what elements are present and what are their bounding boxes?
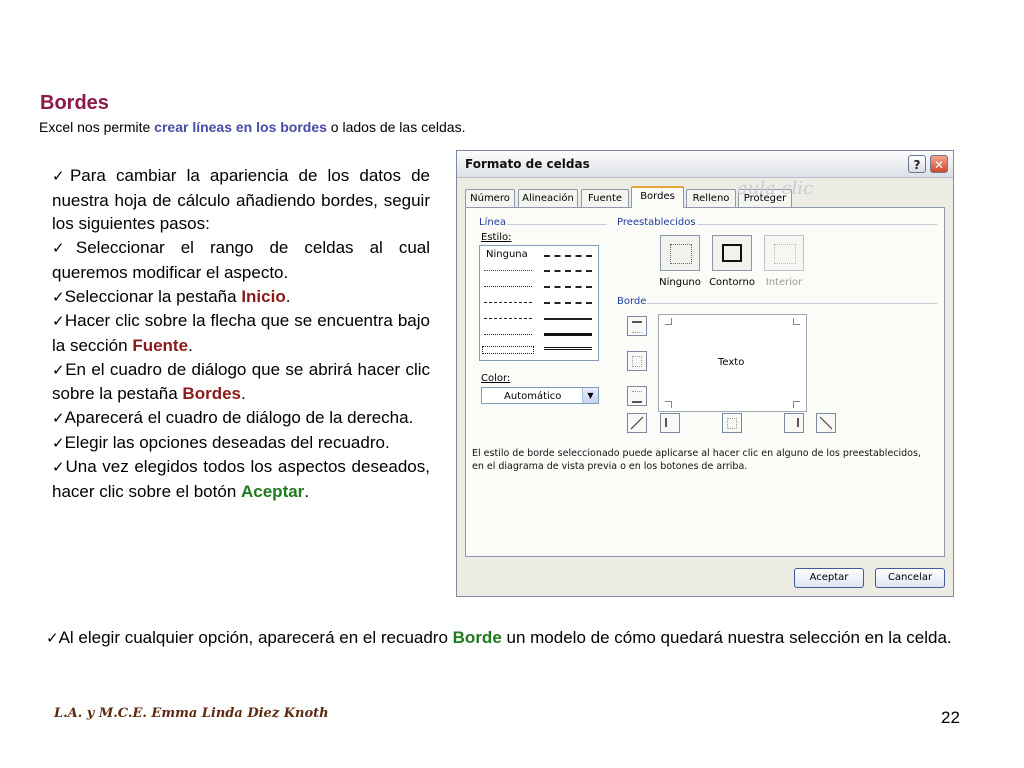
check-icon: ✓ <box>52 409 65 428</box>
instruction-bullets: ✓Para cambiar la apariencia de los datos… <box>52 164 430 504</box>
border-top-button[interactable] <box>627 316 647 336</box>
group-divider <box>697 224 937 225</box>
subtitle-highlight: crear líneas en los bordes <box>154 119 327 135</box>
bullet-item: ✓Seleccionar la pestaña Inicio. <box>52 286 291 306</box>
color-select-value: Automático <box>504 391 562 402</box>
check-icon: ✓ <box>52 458 66 477</box>
subtitle-suffix: o lados de las celdas. <box>326 119 466 135</box>
line-style-option[interactable] <box>484 270 532 271</box>
preset-outline-button[interactable] <box>712 235 752 271</box>
tab-numero[interactable]: Número <box>465 189 515 207</box>
group-divider <box>507 224 607 225</box>
highlight-borde: Borde <box>452 628 502 647</box>
line-style-option[interactable] <box>484 318 532 319</box>
line-style-option[interactable] <box>544 333 592 336</box>
highlight-bordes: Bordes <box>182 384 241 404</box>
bottom-note-text: ✓Al elegir cualquier opción, aparecerá e… <box>46 628 952 647</box>
format-cells-dialog: Formato de celdas ? ✕ Número Alineación … <box>456 150 954 597</box>
check-icon: ✓ <box>46 629 59 647</box>
check-icon: ✓ <box>52 239 76 258</box>
bullet-item: ✓Hacer clic sobre la flecha que se encue… <box>52 311 430 355</box>
border-right-button[interactable] <box>784 413 804 433</box>
border-preview-area[interactable]: Texto <box>658 314 807 412</box>
tab-relleno[interactable]: Relleno <box>686 189 736 207</box>
check-icon: ✓ <box>52 433 65 452</box>
preview-corner <box>665 318 672 325</box>
dialog-titlebar: Formato de celdas ? ✕ <box>457 151 953 178</box>
preset-none-button[interactable] <box>660 235 700 271</box>
color-label: Color: <box>481 373 511 384</box>
border-diagonal-up-button[interactable] <box>627 413 647 433</box>
aula-clic-watermark: aula clic <box>737 178 814 199</box>
border-middle-vertical-button[interactable] <box>722 413 742 433</box>
line-style-option[interactable] <box>544 270 592 272</box>
tab-fuente[interactable]: Fuente <box>581 189 629 207</box>
dialog-title: Formato de celdas <box>465 157 590 171</box>
bottom-note: ✓Al elegir cualquier opción, aparecerá e… <box>46 626 978 650</box>
close-button[interactable]: ✕ <box>930 155 948 173</box>
line-style-option-selected[interactable] <box>482 346 534 354</box>
tab-bordes[interactable]: Bordes <box>631 186 684 208</box>
line-style-option[interactable] <box>484 302 532 303</box>
preset-inside-label: Interior <box>765 277 803 288</box>
border-bottom-button[interactable] <box>627 386 647 406</box>
preset-none-icon <box>670 244 692 264</box>
line-style-option[interactable] <box>544 302 592 304</box>
color-select[interactable]: Automático ▼ <box>481 387 599 404</box>
border-description: El estilo de borde seleccionado puede ap… <box>472 448 921 472</box>
preset-outline-label: Contorno <box>709 277 755 288</box>
tab-alineacion[interactable]: Alineación <box>518 189 578 207</box>
line-style-list[interactable]: Ninguna <box>479 245 599 361</box>
line-style-option[interactable] <box>544 318 592 320</box>
preview-corner <box>793 318 800 325</box>
bullet-item: ✓En el cuadro de diálogo que se abrirá h… <box>52 359 430 404</box>
preset-inside-button[interactable] <box>764 235 804 271</box>
border-group-label: Borde <box>617 296 647 307</box>
bullet-item: ✓Para cambiar la apariencia de los datos… <box>52 166 430 234</box>
author-footer: L.A. y M.C.E. Emma Linda Diez Knoth <box>54 706 329 721</box>
line-style-option[interactable] <box>544 286 592 288</box>
highlight-inicio: Inicio <box>241 286 286 306</box>
preset-outline-icon <box>722 244 742 262</box>
bullet-item: ✓Aparecerá el cuadro de diálogo de la de… <box>52 408 414 428</box>
line-group-label: Línea <box>479 217 506 228</box>
preview-text: Texto <box>718 357 745 368</box>
bullet-item: ✓Elegir las opciones deseadas del recuad… <box>52 432 390 452</box>
page-number: 22 <box>941 708 960 727</box>
style-label: Estilo: <box>481 232 512 243</box>
help-button[interactable]: ? <box>908 155 926 173</box>
bullet-item: ✓Una vez elegidos todos los aspectos des… <box>52 457 430 502</box>
highlight-aceptar: Aceptar <box>241 482 305 502</box>
preview-corner <box>793 401 800 408</box>
ok-button[interactable]: Aceptar <box>794 568 864 588</box>
chevron-down-icon[interactable]: ▼ <box>582 388 598 403</box>
subtitle-prefix: Excel nos permite <box>39 119 155 135</box>
check-icon: ✓ <box>52 360 66 379</box>
slide-title: Bordes <box>40 92 109 114</box>
line-style-option[interactable] <box>484 334 532 335</box>
highlight-fuente: Fuente <box>132 335 189 355</box>
border-left-button[interactable] <box>660 413 680 433</box>
cancel-button[interactable]: Cancelar <box>875 568 945 588</box>
line-style-option[interactable] <box>484 286 532 287</box>
diagonal-up-icon <box>630 416 644 430</box>
border-middle-horizontal-button[interactable] <box>627 351 647 371</box>
line-style-option[interactable] <box>544 255 592 257</box>
diagonal-down-icon <box>819 416 833 430</box>
check-icon: ✓ <box>52 167 70 185</box>
preset-none-label: Ninguno <box>659 277 701 288</box>
group-divider <box>647 303 937 304</box>
line-style-option[interactable] <box>544 347 592 350</box>
style-none-option[interactable]: Ninguna <box>486 249 528 260</box>
check-icon: ✓ <box>52 312 65 331</box>
preset-inside-icon <box>774 244 796 264</box>
bullet-item: ✓Seleccionar el rango de celdas al cual … <box>52 238 430 282</box>
preview-corner <box>665 401 672 408</box>
check-icon: ✓ <box>52 287 65 306</box>
slide-subtitle: Excel nos permite crear líneas en los bo… <box>39 119 465 135</box>
border-diagonal-down-button[interactable] <box>816 413 836 433</box>
presets-group-label: Preestablecidos <box>617 217 696 228</box>
